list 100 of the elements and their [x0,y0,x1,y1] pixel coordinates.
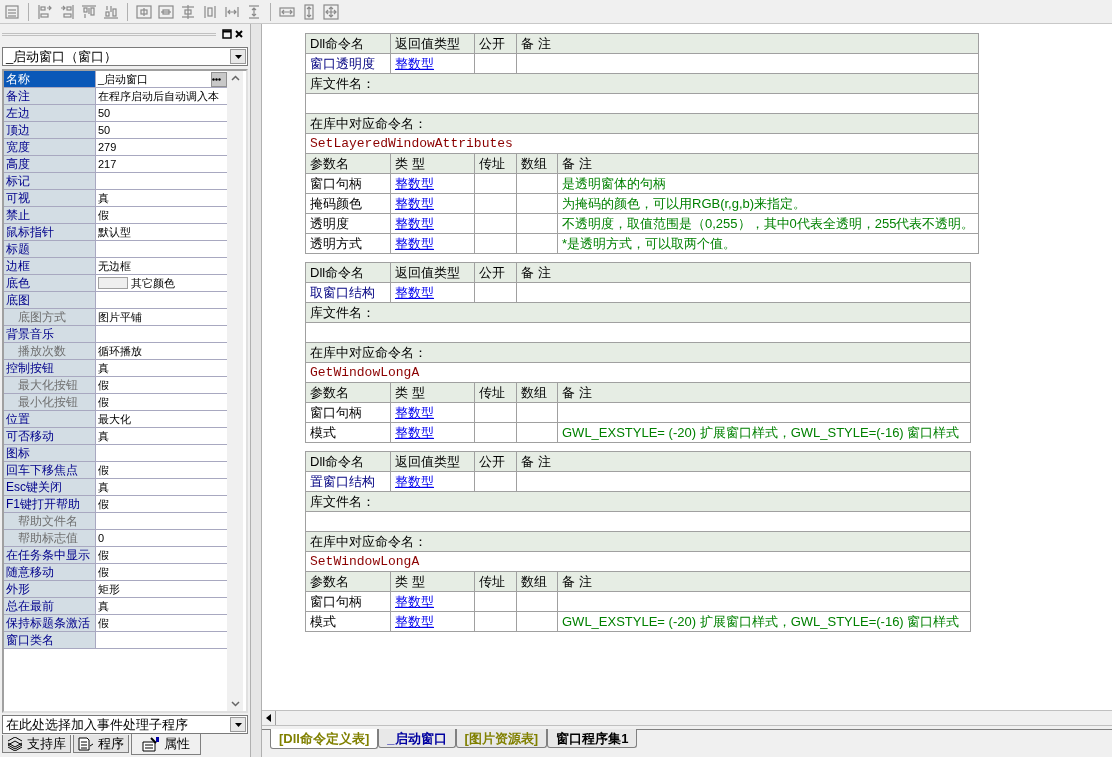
library-command-name: SetWindowLongA [305,551,971,572]
property-value: 最大化 [98,411,132,427]
property-name: 总在最前 [6,599,54,613]
property-value: 假 [98,394,110,410]
property-name: 左边 [6,106,30,120]
property-row[interactable]: 帮助文件名 [4,513,227,530]
property-name: 回车下移焦点 [6,463,78,477]
property-row[interactable]: 底图 [4,292,227,309]
editor-tab[interactable]: _启动窗口 [378,729,456,748]
dropdown-arrow-icon[interactable] [234,722,242,727]
property-name: 图标 [6,446,30,460]
object-selector[interactable]: _启动窗口（窗口） [2,47,248,66]
param-name: 掩码颜色 [305,193,391,214]
scroll-left-icon[interactable] [266,714,271,722]
height-arrows-icon[interactable] [301,3,317,20]
dropdown-arrow-icon[interactable] [234,54,242,59]
scroll-down-icon[interactable] [230,701,240,707]
property-value: 217 [98,156,118,172]
property-value: 循环播放 [98,343,143,359]
property-name: 最小化按钮 [18,395,78,409]
ellipsis-button[interactable] [211,71,227,87]
panel-tab[interactable]: 属性 [131,734,201,755]
property-name: 可否移动 [6,429,54,443]
editor-tab[interactable]: 窗口程序集1 [547,729,638,748]
column-header: Dll命令名 [305,262,391,283]
property-value: 0 [98,530,106,546]
property-name: 外形 [6,582,30,596]
property-name: 随意移动 [6,565,54,579]
property-row[interactable]: 标题 [4,241,227,258]
event-selector[interactable]: 在此处选择加入事件处理子程序 [2,715,248,734]
close-icon[interactable] [234,29,244,39]
param-name: 窗口句柄 [305,402,391,423]
property-value: 假 [98,377,110,393]
align-top-icon[interactable] [81,3,97,20]
param-remark: 为掩码的颜色，可以用RGB(r,g,b)来指定。 [557,193,979,214]
section-label: 库文件名： [305,73,979,94]
property-name: 位置 [6,412,30,426]
column-header: 备 注 [516,451,971,472]
column-header: 备 注 [557,382,971,403]
panel-tab[interactable]: 程序 [73,735,129,753]
property-value: 无边框 [98,258,132,274]
type-link[interactable]: 整数型 [390,591,475,612]
type-link[interactable]: 整数型 [390,213,475,234]
color-swatch[interactable] [98,277,128,289]
column-header: 参数名 [305,153,391,174]
property-name: 备注 [6,89,30,103]
property-row[interactable]: 背景音乐 [4,326,227,343]
property-value: 在程序启动后自动调入本 [98,88,220,104]
scrollbar[interactable] [227,71,243,711]
center-horizontal-icon[interactable] [136,3,152,20]
param-remark: GWL_EXSTYLE= (-20) 扩展窗口样式，GWL_STYLE=(-16) 窗口样式 [557,611,971,632]
column-header: 备 注 [557,571,971,592]
align-right-icon[interactable] [59,3,75,20]
space-vertical-icon[interactable] [180,3,196,20]
param-remark: *是透明方式，可以取两个值。 [557,233,979,254]
param-remark: 是透明窗体的句柄 [557,173,979,194]
column-header: 返回值类型 [390,451,475,472]
type-link[interactable]: 整数型 [390,233,475,254]
type-link[interactable]: 整数型 [390,193,475,214]
type-link[interactable]: 整数型 [390,471,475,492]
property-value: 真 [98,428,110,444]
property-value: 假 [98,462,110,478]
restore-icon[interactable] [222,29,232,39]
equal-height-icon[interactable] [246,3,262,20]
column-header: 备 注 [557,153,979,174]
property-value: 真 [98,190,110,206]
align-left-icon[interactable] [37,3,53,20]
column-header: 参数名 [305,382,391,403]
command-name: 置窗口结构 [305,471,391,492]
property-value: 50 [98,105,112,121]
property-name: 最大化按钮 [18,378,78,392]
command-name: 窗口透明度 [305,53,391,74]
property-row[interactable]: 标记 [4,173,227,190]
type-link[interactable]: 整数型 [390,53,475,74]
form-icon[interactable] [4,3,20,20]
type-link[interactable]: 整数型 [390,282,475,303]
align-bottom-icon[interactable] [103,3,119,20]
ellipsis-icon [212,77,221,81]
type-link[interactable]: 整数型 [390,402,475,423]
editor-tab[interactable]: [Dll命令定义表] [270,729,379,749]
type-link[interactable]: 整数型 [390,173,475,194]
center-vertical-icon[interactable] [158,3,174,20]
type-link[interactable]: 整数型 [390,611,475,632]
property-value: _启动窗口 [98,71,150,87]
property-name: 底图方式 [18,310,66,324]
property-row[interactable]: 图标 [4,445,227,462]
books-icon [7,736,23,751]
panel-tab[interactable]: 支持库 [2,735,71,753]
horizontal-scrollbar[interactable] [262,710,1112,726]
section-label: 在库中对应命令名： [305,342,971,363]
property-name: 名称 [6,72,30,86]
column-header: 返回值类型 [390,33,475,54]
section-label: 在库中对应命令名： [305,113,979,134]
type-link[interactable]: 整数型 [390,422,475,443]
scroll-up-icon[interactable] [230,75,240,81]
size-arrows-icon[interactable] [323,3,339,20]
property-name: 底色 [6,276,30,290]
properties-icon [142,736,160,752]
space-horizontal-icon[interactable] [202,3,218,20]
property-row[interactable]: 窗口类名 [4,632,227,649]
